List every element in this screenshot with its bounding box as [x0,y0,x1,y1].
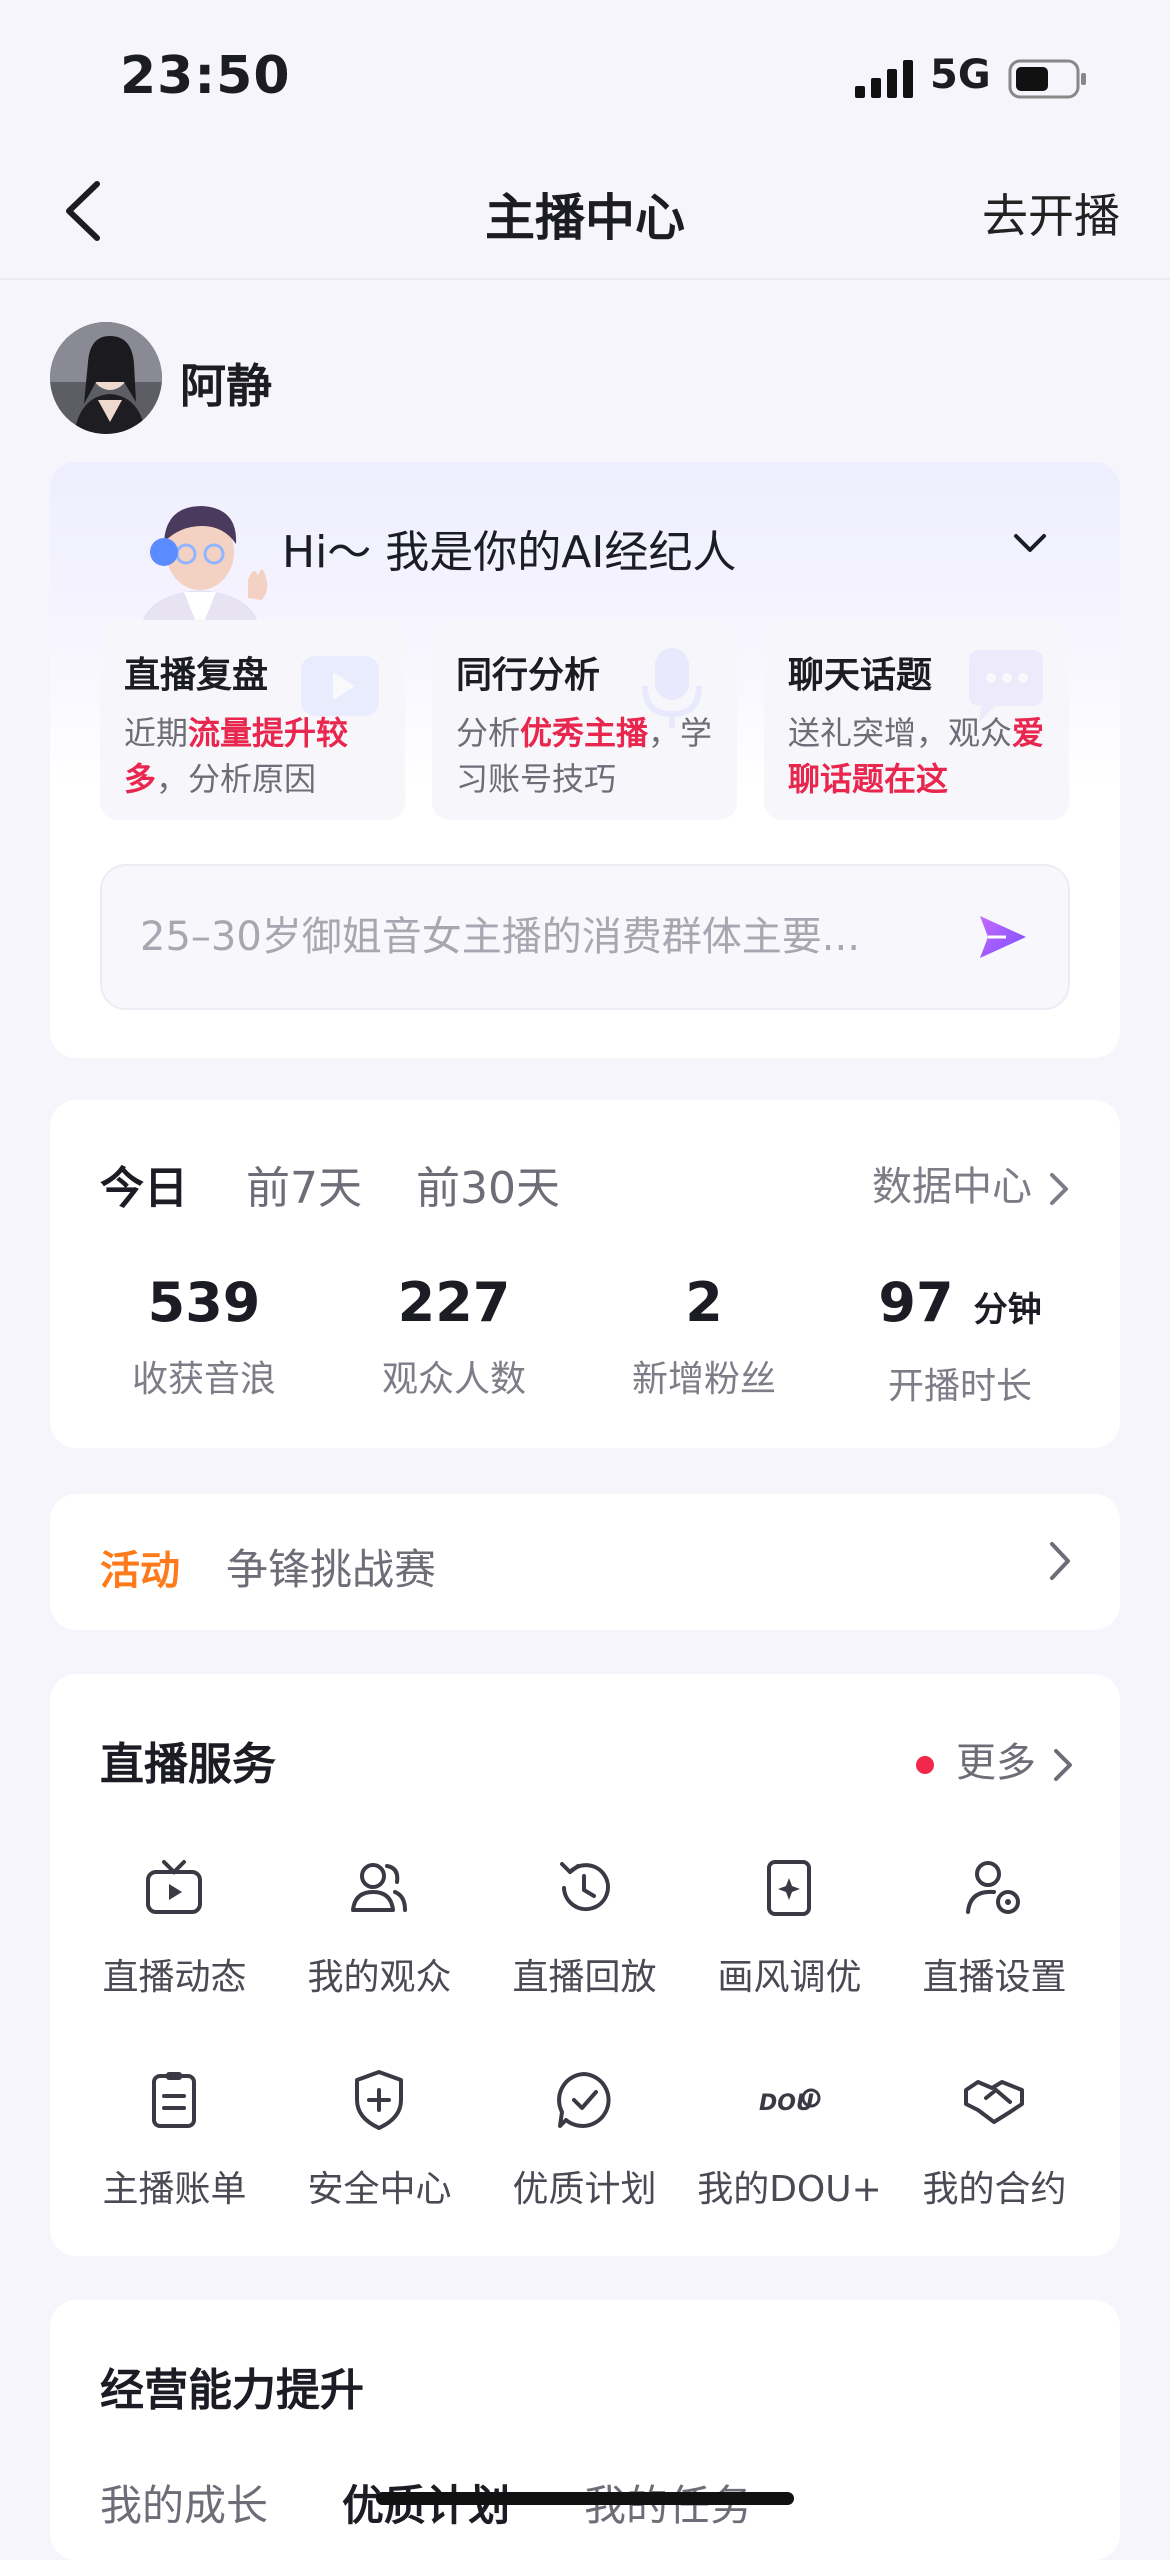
home-indicator[interactable] [376,2492,794,2505]
service-label: 画风调优 [717,1957,862,1998]
stat-income[interactable]: 539 收获音浪 [104,1272,304,1402]
activity-title: 争锋挑战赛 [226,1545,437,1594]
audience-icon [351,1863,407,1912]
service-label: 主播账单 [102,2169,247,2210]
service-label: 我的DOU+ [697,2169,882,2210]
stat-unit: 分钟 [973,1290,1042,1330]
status-bar: 23:50 5G [0,0,1170,150]
tile-title: 同行分析 [456,655,601,696]
status-time: 23:50 [120,46,291,106]
stat-label: 新增粉丝 [631,1359,776,1400]
image-sparkle-icon [767,1860,811,1916]
service-security-center[interactable]: 安全中心 [277,2068,482,2228]
user-settings-icon [966,1861,1020,1914]
stat-value: 539 [147,1271,261,1334]
service-label: 安全中心 [307,2169,452,2210]
chevron-right-icon [1050,1542,1070,1580]
tab-30-days[interactable]: 前30天 [416,1152,560,1216]
service-label: 优质计划 [512,2169,657,2210]
service-anchor-bill[interactable]: 主播账单 [72,2068,277,2228]
stat-label: 收获音浪 [131,1359,276,1400]
tab-today[interactable]: 今日 [100,1152,188,1216]
ai-greeting: Hi～ 我是你的AI经纪人 [282,527,737,578]
live-services-card: 直播服务 更多 直播动态 我的观众 直播回放 画风调优 直播设置 主播账单 安全… [50,1674,1120,2256]
tile-peer-analysis[interactable]: 同行分析 分析优秀主播，学习账号技巧 [432,620,737,820]
user-name: 阿静 [180,359,272,413]
handshake-icon [964,2080,1024,2124]
tv-play-icon [146,1860,202,1914]
tile-desc: 送礼突增，观众爱聊话题在这 [788,714,1045,798]
more-link[interactable]: 更多 [916,1730,1074,1788]
ai-agent-avatar-icon [140,506,268,632]
activity-banner[interactable]: 活动 争锋挑战赛 [50,1494,1120,1630]
avatar[interactable] [50,322,162,434]
service-my-audience[interactable]: 我的观众 [277,1856,482,2016]
activity-tag: 活动 [100,1548,180,1594]
battery-icon [1008,59,1086,99]
ai-question-box[interactable] [100,864,1070,1010]
send-icon[interactable] [976,910,1030,964]
section-title: 直播服务 [100,1739,276,1790]
business-growth-card: 经营能力提升 我的成长 优质计划 我的任务 [50,2300,1120,2560]
network-type: 5G [930,52,991,98]
tile-desc: 分析优秀主播，学习账号技巧 [456,714,713,798]
ai-question-input[interactable] [138,906,962,968]
stat-label: 观众人数 [381,1359,526,1400]
notification-dot [916,1756,934,1774]
section-title: 经营能力提升 [100,2365,364,2416]
service-image-tuning[interactable]: 画风调优 [687,1856,892,2016]
go-live-button[interactable]: 去开播 [982,180,1120,246]
service-live-settings[interactable]: 直播设置 [892,1856,1097,2016]
tab-my-growth[interactable]: 我的成长 [100,2472,268,2533]
service-dou-plus[interactable]: DOU 我的DOU+ [687,2068,892,2228]
service-label: 直播设置 [922,1957,1067,1998]
replay-clock-icon [560,1862,610,1912]
dou-plus-icon: DOU [759,2088,821,2116]
service-label: 我的观众 [307,1957,452,1998]
stat-label: 开播时长 [887,1366,1032,1407]
tile-live-review[interactable]: 直播复盘 近期流量提升较多，分析原因 [100,620,405,820]
chevron-right-icon [1050,1173,1068,1205]
cellular-signal-icon [855,60,913,98]
service-label: 我的合约 [922,2169,1067,2210]
chevron-right-icon [1054,1749,1072,1781]
service-replay[interactable]: 直播回放 [482,1856,687,2016]
service-live-feed[interactable]: 直播动态 [72,1856,277,2016]
stat-live-duration[interactable]: 97 分钟 开播时长 [860,1272,1060,1409]
nav-bar: 主播中心 去开播 [0,150,1170,280]
ai-agent-card: Hi～ 我是你的AI经纪人 直播复盘 近期流量提升较多，分析原因 同行分析 分析… [50,462,1120,1058]
stats-card: 今日 前7天 前30天 数据中心 539 收获音浪 227 观众人数 2 新增粉… [50,1100,1120,1448]
tile-title: 聊天话题 [788,655,933,696]
service-quality-plan[interactable]: 优质计划 [482,2068,687,2228]
stat-value: 227 [397,1271,511,1334]
stat-new-fans[interactable]: 2 新增粉丝 [604,1272,804,1402]
service-label: 直播回放 [512,1957,657,1998]
tab-7-days[interactable]: 前7天 [246,1152,362,1216]
service-my-contract[interactable]: 我的合约 [892,2068,1097,2228]
stat-value: 97 [878,1271,954,1334]
shield-plus-icon [355,2070,403,2130]
tile-desc: 近期流量提升较多，分析原因 [124,714,349,798]
service-label: 直播动态 [102,1957,247,1998]
bill-clipboard-icon [152,2072,196,2128]
stat-viewers[interactable]: 227 观众人数 [354,1272,554,1402]
data-center-link[interactable]: 数据中心 [872,1154,1070,1212]
tile-chat-topics[interactable]: 聊天话题 送礼突增，观众爱聊话题在这 [764,620,1069,820]
check-badge-icon [557,2072,611,2128]
tile-title: 直播复盘 [124,655,269,696]
stat-value: 2 [685,1271,723,1334]
chevron-down-icon[interactable] [1010,528,1050,558]
